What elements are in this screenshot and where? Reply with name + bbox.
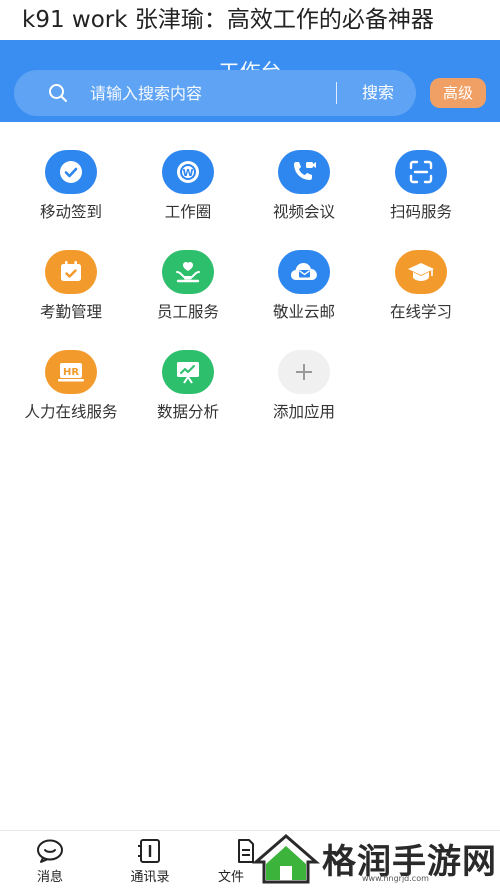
app-attendance[interactable]: 考勤管理 <box>12 222 130 322</box>
app-data-analysis[interactable]: 数据分析 <box>129 322 247 422</box>
image-caption: k91 work 张津瑜：高效工作的必备神器 <box>0 0 500 40</box>
employee-service-icon <box>162 250 214 294</box>
watermark: 格润手游网 www.hngrjd.com <box>252 830 500 889</box>
svg-text:W: W <box>182 168 193 179</box>
video-call-icon <box>278 150 330 194</box>
app-scan-service[interactable]: 扫码服务 <box>362 122 480 222</box>
app-video-meeting[interactable]: 视频会议 <box>245 122 363 222</box>
app-label: 移动签到 <box>39 203 102 221</box>
app-cloud-mail[interactable]: 敬业云邮 <box>245 222 363 322</box>
nav-messages[interactable]: 消息 <box>5 831 95 889</box>
app-employee-service[interactable]: 员工服务 <box>129 222 247 322</box>
graduation-cap-icon <box>395 250 447 294</box>
app-label: 添加应用 <box>272 403 335 421</box>
app-label: 敬业云邮 <box>272 303 335 321</box>
check-shield-icon <box>45 150 97 194</box>
app-add-application[interactable]: 添加应用 <box>245 322 363 422</box>
search-input[interactable] <box>90 70 320 116</box>
house-logo-icon <box>252 834 320 884</box>
hr-icon: HR <box>45 350 97 394</box>
message-icon <box>37 839 63 863</box>
chart-board-icon <box>162 350 214 394</box>
cloud-mail-icon <box>278 250 330 294</box>
app-label: 数据分析 <box>156 403 219 421</box>
app-label: 工作圈 <box>164 203 212 221</box>
search-button[interactable]: 搜索 <box>344 70 412 116</box>
advanced-search-button[interactable]: 高级 <box>430 78 486 108</box>
search-bar[interactable]: 搜索 <box>14 70 416 116</box>
plus-icon <box>278 350 330 394</box>
calendar-icon <box>45 250 97 294</box>
app-label: 人力在线服务 <box>24 403 118 421</box>
app-label: 扫码服务 <box>389 203 452 221</box>
svg-text:HR: HR <box>63 367 79 378</box>
nav-label: 通讯录 <box>130 870 170 885</box>
app-mobile-checkin[interactable]: 移动签到 <box>12 122 130 222</box>
app-work-circle[interactable]: W 工作圈 <box>129 122 247 222</box>
search-divider <box>336 82 337 104</box>
app-label: 在线学习 <box>389 303 452 321</box>
app-label: 员工服务 <box>156 303 219 321</box>
scan-icon <box>395 150 447 194</box>
contacts-icon <box>138 839 160 863</box>
nav-label: 消息 <box>36 870 63 885</box>
app-hr-online[interactable]: HR 人力在线服务 <box>12 322 130 422</box>
app-online-learning[interactable]: 在线学习 <box>362 222 480 322</box>
nav-contacts[interactable]: 通讯录 <box>105 831 195 889</box>
app-label: 考勤管理 <box>39 303 102 321</box>
search-icon <box>49 84 67 102</box>
watermark-url: www.hngrjd.com <box>362 874 429 883</box>
app-label: 视频会议 <box>272 203 335 221</box>
work-circle-icon: W <box>162 150 214 194</box>
